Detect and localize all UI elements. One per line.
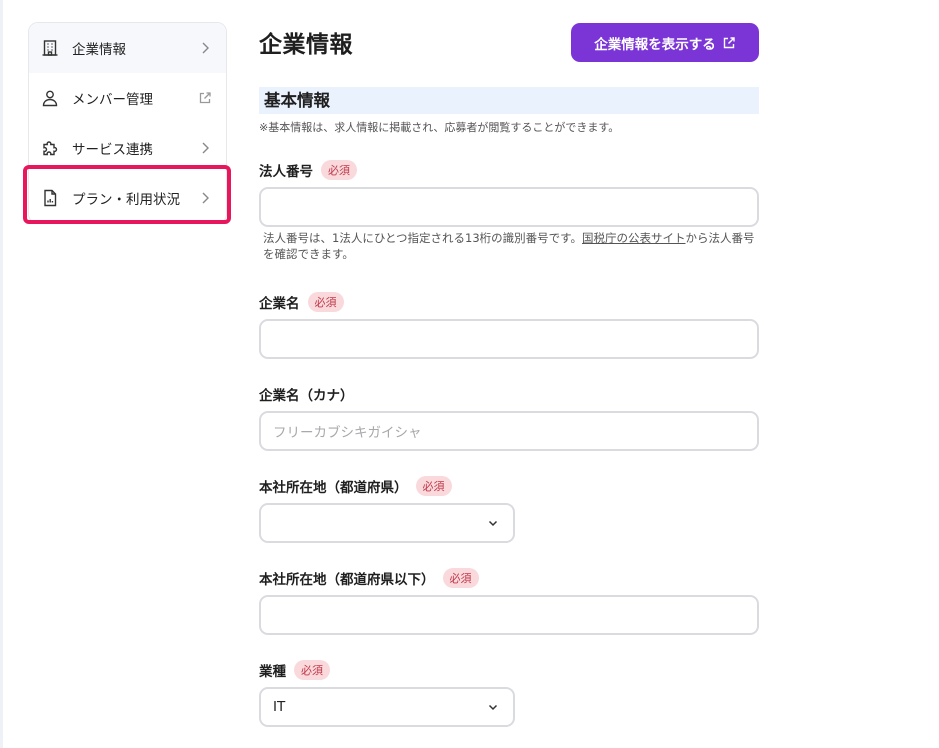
chevron-right-icon <box>198 191 212 205</box>
report-icon <box>41 189 59 207</box>
settings-sidebar: 企業情報 メンバー管理 サービス連携 プラン・利用状況 <box>28 22 227 224</box>
company-name-input[interactable] <box>259 319 759 359</box>
sidebar-item-company-info[interactable]: 企業情報 <box>29 23 226 73</box>
chevron-down-icon <box>487 517 499 529</box>
help-text: 法人番号は、1法人にひとつ指定される13桁の識別番号です。 <box>263 231 582 245</box>
required-badge: 必須 <box>294 660 330 680</box>
corporate-number-label: 法人番号 必須 <box>259 160 357 180</box>
field-label-text: 本社所在地（都道府県以下） <box>259 572 435 588</box>
field-label-text: 企業名 <box>259 296 300 312</box>
page-title: 企業情報 <box>259 32 353 58</box>
required-badge: 必須 <box>321 160 357 180</box>
chevron-right-icon <box>198 41 212 55</box>
industry-select[interactable]: IT <box>259 687 515 727</box>
required-badge: 必須 <box>307 292 344 312</box>
input-placeholder: フリーカブシキガイシャ <box>273 425 422 441</box>
field-label-text: 本社所在地（都道府県） <box>259 480 408 496</box>
sidebar-item-label: サービス連携 <box>72 142 153 158</box>
field-label-text: 法人番号 <box>259 164 313 180</box>
external-link-icon <box>198 91 212 105</box>
hq-prefecture-select[interactable] <box>259 503 515 543</box>
section-title: 基本情報 <box>259 87 759 114</box>
user-icon <box>41 89 59 107</box>
hq-address-label: 本社所在地（都道府県以下） 必須 <box>259 568 479 588</box>
sidebar-item-label: プラン・利用状況 <box>72 192 180 208</box>
sidebar-item-plan-usage[interactable]: プラン・利用状況 <box>29 173 226 223</box>
industry-label: 業種 必須 <box>259 660 330 680</box>
left-edge-strip <box>0 0 3 748</box>
hq-address-input[interactable] <box>259 595 759 635</box>
chevron-right-icon <box>198 141 212 155</box>
puzzle-icon <box>41 139 59 157</box>
company-kana-label: 企業名（カナ） <box>259 384 354 404</box>
sidebar-item-service-integration[interactable]: サービス連携 <box>29 123 226 173</box>
view-company-info-button[interactable]: 企業情報を表示する <box>571 23 759 62</box>
hq-prefecture-label: 本社所在地（都道府県） 必須 <box>259 476 452 496</box>
required-badge: 必須 <box>415 476 452 496</box>
required-badge: 必須 <box>442 568 479 588</box>
field-label-text: 企業名（カナ） <box>259 388 354 404</box>
section-note: ※基本情報は、求人情報に掲載され、応募者が閲覧することができます。 <box>259 121 620 134</box>
external-link-icon <box>722 36 736 50</box>
sidebar-item-label: メンバー管理 <box>72 92 153 108</box>
sidebar-item-label: 企業情報 <box>72 42 126 58</box>
view-button-label: 企業情報を表示する <box>594 36 716 53</box>
field-label-text: 業種 <box>259 664 286 680</box>
corporate-number-help: 法人番号は、1法人にひとつ指定される13桁の識別番号です。国税庁の公表サイトから… <box>263 231 763 262</box>
chevron-down-icon <box>487 701 499 713</box>
nta-site-link[interactable]: 国税庁の公表サイト <box>582 231 686 245</box>
building-icon <box>41 39 59 57</box>
company-kana-input[interactable]: フリーカブシキガイシャ <box>259 411 759 451</box>
sidebar-item-member-management[interactable]: メンバー管理 <box>29 73 226 123</box>
select-value: IT <box>273 699 286 715</box>
corporate-number-input[interactable] <box>259 187 759 227</box>
company-name-label: 企業名 必須 <box>259 292 344 312</box>
